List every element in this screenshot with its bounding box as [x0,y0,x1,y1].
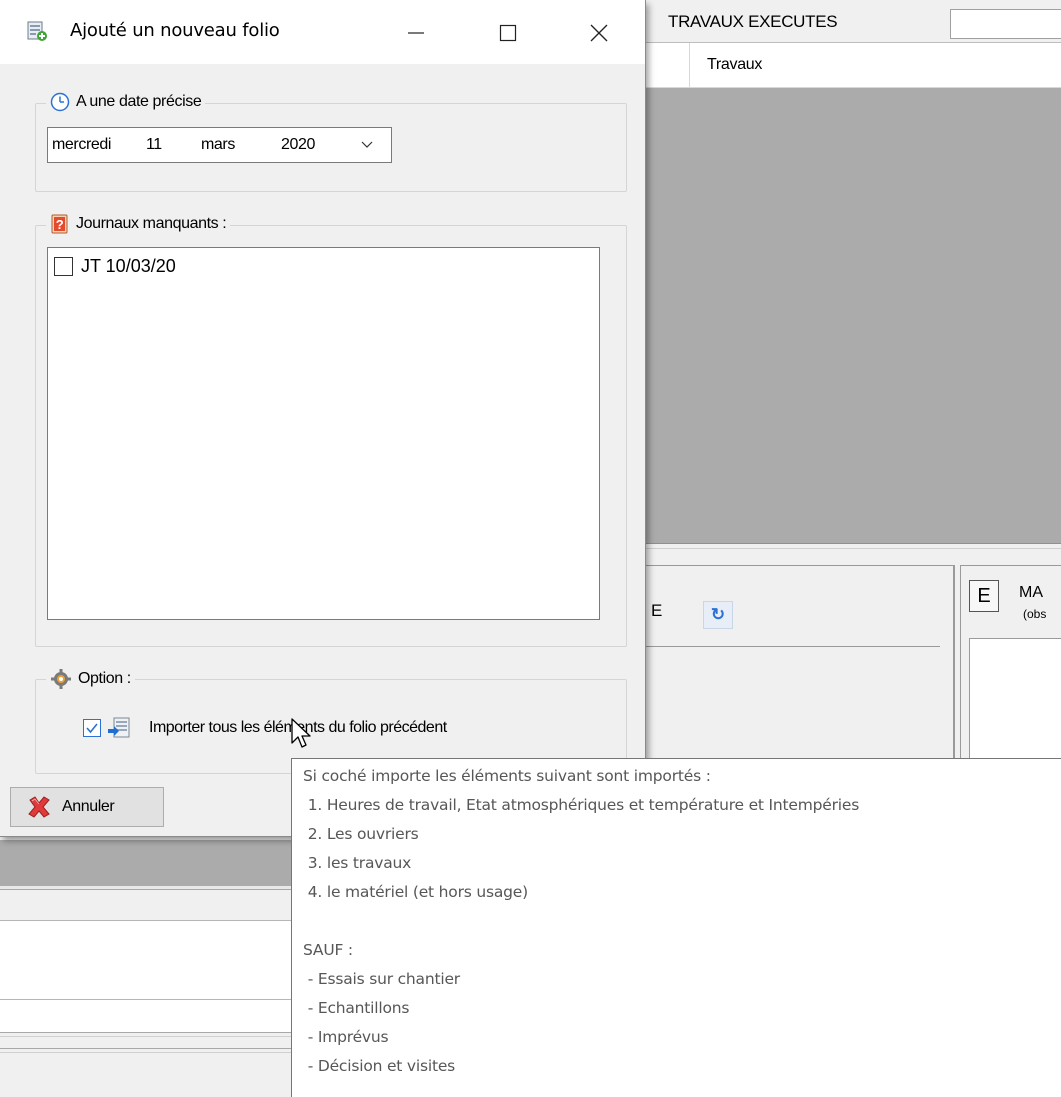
option-group-legend: Option : [46,668,135,690]
splitter[interactable] [645,543,1061,549]
left-panel-content [630,646,940,767]
date-group-label: A une date précise [76,93,202,110]
new-folio-icon [27,21,47,41]
travaux-section-title: TRAVAUX EXECUTES [668,12,838,31]
journaux-list[interactable]: JT 10/03/20 [47,247,600,620]
svg-text:?: ? [56,217,64,232]
dialog-title: Ajouté un nouveau folio [70,20,280,41]
option-group-label: Option : [78,670,131,687]
date-day[interactable]: mercredi [52,136,111,154]
column-header-travaux[interactable]: Travaux [707,56,762,74]
import-document-icon [108,717,130,738]
clock-icon [50,92,70,112]
tooltip-line: 4. le matériel (et hors usage) [303,883,528,901]
left-panel-label: E [651,601,663,620]
journaux-group-label: Journaux manquants : [76,215,227,232]
dialog-titlebar[interactable]: Ajouté un nouveau folio [0,0,645,64]
travaux-grid-area[interactable] [645,88,1061,543]
chevron-down-icon[interactable] [360,137,374,154]
date-year[interactable]: 2020 [281,136,315,154]
minimize-icon [408,32,424,34]
tooltip-line: SAUF : [303,941,353,959]
lower-divider-3 [0,1048,300,1053]
import-checkbox[interactable] [83,719,101,737]
help-book-icon: ? [51,214,68,234]
tooltip-line: - Décision et visites [303,1057,456,1075]
maximize-button[interactable] [462,0,554,64]
date-picker[interactable]: mercredi 11 mars 2020 [47,127,392,163]
right-panel-subtitle: (obs [1023,607,1047,621]
travaux-header-bar: TRAVAUX EXECUTES [645,0,1061,43]
import-option-row[interactable]: Importer tous les éléments du folio préc… [83,717,447,739]
right-sub-panel: E MA (obs [960,565,1061,768]
cancel-button-label[interactable]: Annuler [62,798,115,816]
lower-divider [0,886,300,890]
travaux-column-header: Travaux [645,43,1061,88]
add-folio-dialog: Ajouté un nouveau folio A une date préci… [0,0,646,837]
tooltip-line: - Imprévus [303,1028,389,1046]
minimize-button[interactable] [370,0,462,64]
tooltip-line: 3. les travaux [303,854,412,872]
tooltip-line: 1. Heures de travail, Etat atmosphérique… [303,796,860,814]
lower-content-area [0,920,300,1000]
journaux-group: ? Journaux manquants : JT 10/03/20 [35,214,627,647]
cancel-icon [28,796,50,818]
tooltip-line: - Echantillons [303,999,410,1017]
right-panel-title: MA [1019,584,1043,601]
lower-grey-bar [0,840,300,886]
tooltip-line: - Essais sur chantier [303,970,460,988]
maximize-icon [499,24,517,41]
gear-icon [51,669,71,689]
journal-label[interactable]: JT 10/03/20 [81,256,176,277]
cancel-button[interactable]: Annuler [10,787,164,827]
close-icon [590,24,608,42]
lower-content-area-2 [0,1000,300,1032]
list-item[interactable]: JT 10/03/20 [54,256,176,277]
column-separator [689,43,690,87]
journaux-group-legend: ? Journaux manquants : [46,214,231,234]
import-tooltip: Si coché importe les éléments suivant so… [291,758,1061,1097]
date-group: A une date précise mercredi 11 mars 2020 [35,92,627,192]
mouse-cursor-icon [291,718,311,748]
date-month[interactable]: mars [201,136,235,154]
lower-divider-2 [0,1032,300,1037]
refresh-icon[interactable]: ↻ [703,601,733,629]
checkmark-icon [86,723,98,734]
tooltip-line: Si coché importe les éléments suivant so… [303,767,711,785]
travaux-header-input[interactable] [950,9,1061,39]
left-sub-panel: E ↻ [630,565,955,767]
e-button[interactable]: E [969,580,999,612]
right-panel-content[interactable] [969,638,1061,768]
date-group-legend: A une date précise [46,92,206,112]
tooltip-line: 2. Les ouvriers [303,825,419,843]
close-button[interactable] [553,0,645,64]
date-num[interactable]: 11 [146,136,162,154]
journal-checkbox[interactable] [54,257,73,276]
